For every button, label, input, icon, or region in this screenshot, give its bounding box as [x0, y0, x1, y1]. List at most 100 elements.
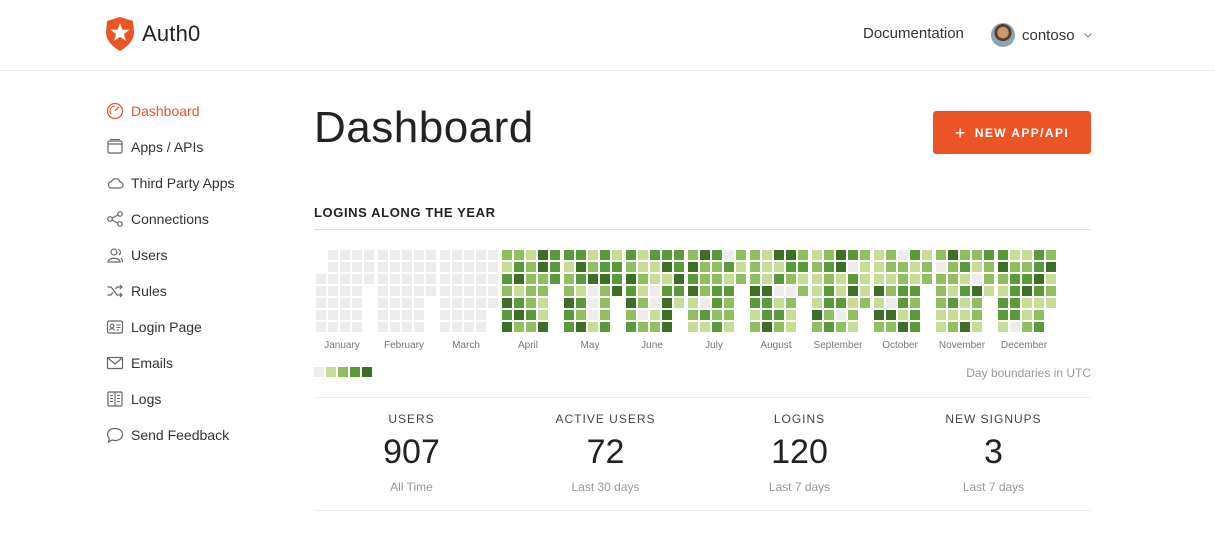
- sidebar-item-dashboard[interactable]: Dashboard: [106, 98, 200, 124]
- heatmap-day-cell: [476, 250, 486, 260]
- heatmap-day-cell: [712, 250, 722, 260]
- heatmap-day-cell: [700, 286, 710, 296]
- heatmap-day-cell: [700, 322, 710, 332]
- heatmap-day-cell: [488, 298, 498, 308]
- heatmap-day-cell: [340, 310, 350, 320]
- heatmap-day-cell: [612, 250, 622, 260]
- heatmap-day-cell: [812, 286, 822, 296]
- heatmap-day-cell: [724, 274, 734, 284]
- heatmap-day-cell: [328, 250, 338, 260]
- month-label: December: [1000, 340, 1048, 351]
- heatmap-day-cell: [600, 298, 610, 308]
- sidebar-item-emails[interactable]: Emails: [106, 350, 173, 376]
- shuffle-icon: [107, 284, 123, 298]
- heatmap-day-cell: [998, 262, 1008, 272]
- stat-value: 3: [984, 433, 1003, 471]
- heatmap-day-cell: [936, 274, 946, 284]
- heatmap-day-cell: [576, 298, 586, 308]
- heatmap-day-cell: [674, 286, 684, 296]
- heatmap-day-cell: [736, 250, 746, 260]
- heatmap-day-cell: [638, 298, 648, 308]
- heatmap-day-cell: [440, 250, 450, 260]
- sidebar-item-login-page[interactable]: Login Page: [106, 314, 202, 340]
- heatmap-day-cell: [514, 322, 524, 332]
- heatmap-day-cell: [948, 310, 958, 320]
- heatmap-day-cell: [340, 322, 350, 332]
- month-label: October: [882, 340, 918, 351]
- heatmap-day-cell: [688, 262, 698, 272]
- heatmap-day-cell: [998, 310, 1008, 320]
- heatmap-day-cell: [414, 250, 424, 260]
- heatmap-day-cell: [414, 286, 424, 296]
- heatmap-day-cell: [526, 322, 536, 332]
- heatmap-day-cell: [688, 322, 698, 332]
- heatmap-day-cell: [328, 286, 338, 296]
- sidebar-item-connections[interactable]: Connections: [106, 206, 209, 232]
- heatmap-day-cell: [836, 250, 846, 260]
- month-label: February: [383, 340, 425, 351]
- user-menu[interactable]: contoso: [991, 22, 1093, 48]
- heatmap-day-cell: [316, 322, 326, 332]
- heatmap-day-cell: [638, 250, 648, 260]
- heatmap-day-cell: [626, 298, 636, 308]
- heatmap-day-cell: [948, 250, 958, 260]
- sidebar-item-label: Login Page: [131, 319, 202, 335]
- heatmap-day-cell: [984, 286, 994, 296]
- heatmap-day-cell: [352, 322, 362, 332]
- stat-label: USERS: [388, 412, 435, 426]
- heatmap-day-cell: [972, 298, 982, 308]
- heatmap-day-cell: [724, 298, 734, 308]
- page-title: Dashboard: [314, 103, 534, 152]
- heatmap-day-cell: [960, 310, 970, 320]
- sidebar-item-rules[interactable]: Rules: [106, 278, 167, 304]
- legend-swatch: [326, 367, 336, 377]
- new-app-api-button[interactable]: + NEW APP/API: [933, 111, 1091, 154]
- heatmap-day-cell: [674, 274, 684, 284]
- sidebar-item-send-feedback[interactable]: Send Feedback: [106, 422, 229, 448]
- heatmap-day-cell: [874, 298, 884, 308]
- heatmap-day-cell: [972, 310, 982, 320]
- stat-users: USERS 907 All Time: [314, 412, 509, 494]
- heatmap-day-cell: [824, 286, 834, 296]
- login-page-icon: [106, 320, 124, 334]
- sidebar-item-logs[interactable]: Logs: [106, 386, 161, 412]
- heatmap-day-cell: [922, 274, 932, 284]
- heatmap-day-cell: [502, 310, 512, 320]
- heatmap-day-cell: [662, 298, 672, 308]
- heatmap-day-cell: [352, 250, 362, 260]
- auth0-logo[interactable]: Auth0: [105, 17, 201, 51]
- heatmap-day-cell: [576, 286, 586, 296]
- heatmap-day-cell: [564, 262, 574, 272]
- heatmap-day-cell: [1022, 250, 1032, 260]
- heatmap-day-cell: [824, 322, 834, 332]
- heatmap-day-cell: [564, 322, 574, 332]
- apps-icon: [107, 139, 123, 154]
- sidebar-item-users[interactable]: Users: [106, 242, 168, 268]
- heatmap-day-cell: [960, 286, 970, 296]
- heatmap-day-cell: [662, 262, 672, 272]
- heatmap-day-cell: [588, 298, 598, 308]
- heatmap-day-cell: [922, 262, 932, 272]
- stat-sub: Last 30 days: [571, 480, 640, 494]
- heatmap-day-cell: [774, 286, 784, 296]
- logs-icon: [107, 391, 123, 407]
- heatmap-day-cell: [352, 262, 362, 272]
- stat-sub: Last 7 days: [768, 480, 831, 494]
- heatmap-day-cell: [538, 262, 548, 272]
- heatmap-day-cell: [886, 262, 896, 272]
- heatmap-day-cell: [874, 274, 884, 284]
- heatmap-day-cell: [414, 262, 424, 272]
- heatmap-day-cell: [1034, 274, 1044, 284]
- heatmap-day-cell: [936, 298, 946, 308]
- heatmap-day-cell: [936, 250, 946, 260]
- heatmap-day-cell: [798, 274, 808, 284]
- sidebar-item-apps-apis[interactable]: Apps / APIs: [106, 134, 203, 160]
- new-app-api-label: NEW APP/API: [974, 125, 1070, 140]
- heatmap-day-cell: [1022, 274, 1032, 284]
- documentation-link[interactable]: Documentation: [863, 25, 964, 42]
- sidebar-item-label: Dashboard: [131, 103, 200, 119]
- heatmap-day-cell: [948, 322, 958, 332]
- stat-label: NEW SIGNUPS: [945, 412, 1042, 426]
- heatmap-day-cell: [340, 286, 350, 296]
- sidebar-item-third-party-apps[interactable]: Third Party Apps: [106, 170, 235, 196]
